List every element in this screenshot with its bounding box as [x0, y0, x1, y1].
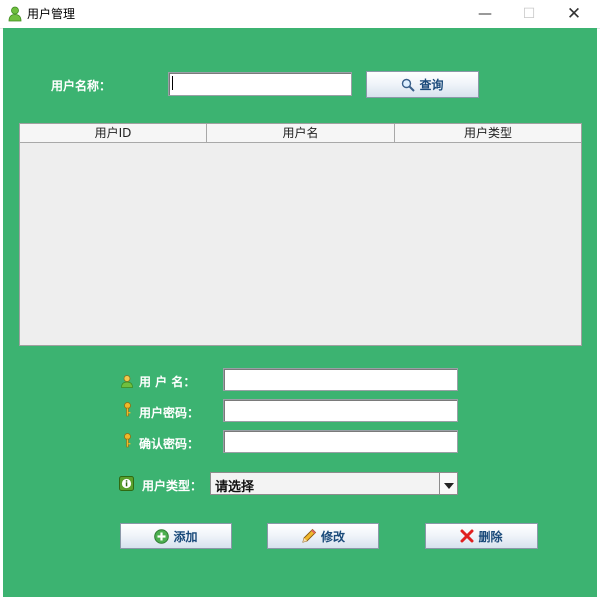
add-button[interactable]: 添加: [120, 523, 232, 549]
search-button[interactable]: 查询: [366, 71, 479, 98]
key-icon: [123, 402, 132, 421]
magnifier-icon: [401, 78, 416, 92]
red-x-icon: [460, 529, 474, 543]
user-type-selected: 请选择: [215, 480, 255, 495]
password-label: 用户密码：: [139, 406, 200, 420]
user-icon: [121, 373, 133, 392]
user-management-window: 用户管理 — ☐ ✕ 用户名称： 查询 用户ID 用户名 用户类型 用 户 名：…: [0, 0, 600, 600]
plus-circle-icon: [154, 528, 170, 544]
maximize-button[interactable]: ☐: [506, 0, 552, 28]
minimize-button[interactable]: —: [462, 0, 508, 28]
column-header-username[interactable]: 用户名: [207, 124, 395, 143]
edit-button[interactable]: 修改: [267, 523, 379, 549]
delete-button[interactable]: 删除: [425, 523, 538, 549]
key-icon: [123, 433, 132, 452]
close-icon: ✕: [566, 4, 582, 24]
search-label: 用户名称：: [51, 79, 112, 93]
password-field[interactable]: [223, 399, 458, 422]
pencil-icon: [301, 528, 317, 544]
username-field[interactable]: [223, 368, 458, 391]
window-title: 用户管理: [27, 7, 76, 21]
user-type-label: 用户类型：: [142, 479, 203, 493]
dropdown-button[interactable]: [439, 473, 457, 494]
table-body[interactable]: [20, 144, 581, 345]
confirm-password-label: 确认密码：: [139, 437, 200, 451]
maximize-icon: ☐: [522, 6, 536, 22]
edit-button-label: 修改: [320, 529, 345, 544]
search-button-label: 查询: [419, 78, 444, 92]
column-header-user-type[interactable]: 用户类型: [395, 124, 581, 143]
column-header-user-id[interactable]: 用户ID: [20, 124, 207, 143]
close-button[interactable]: ✕: [551, 0, 597, 28]
info-icon: [119, 476, 134, 495]
table-header: 用户ID 用户名 用户类型: [20, 124, 581, 144]
username-label: 用 户 名：: [139, 375, 196, 389]
add-button-label: 添加: [173, 529, 198, 544]
confirm-password-field[interactable]: [223, 430, 458, 453]
text-caret: [172, 76, 173, 90]
delete-button-label: 删除: [478, 529, 503, 544]
user-icon: [8, 6, 22, 22]
title-bar[interactable]: 用户管理 — ☐ ✕: [0, 0, 600, 29]
user-type-select[interactable]: 请选择: [210, 472, 458, 495]
content-panel: 用户名称： 查询 用户ID 用户名 用户类型 用 户 名： 用户密码： 确认密码…: [3, 28, 597, 597]
minimize-icon: —: [478, 6, 492, 22]
search-input[interactable]: [168, 72, 352, 96]
chevron-down-icon: [443, 474, 454, 493]
user-table[interactable]: 用户ID 用户名 用户类型: [19, 123, 582, 346]
